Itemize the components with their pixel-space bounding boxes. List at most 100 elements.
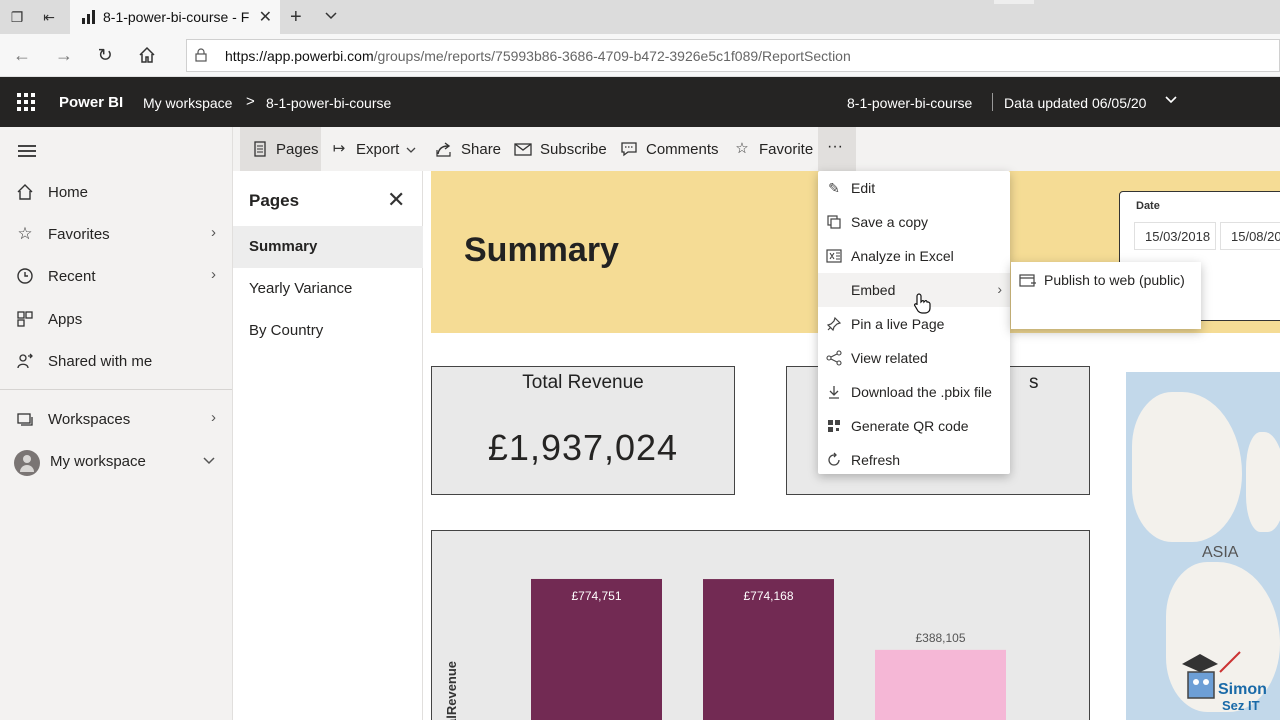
data-label: £774,168 (743, 589, 793, 603)
browser-tab-strip: ❐ ⇤ 8-1-power-bi-course - F ✕ + (0, 0, 1280, 34)
nav-label: Shared with me (48, 353, 153, 370)
menu-label: Save a copy (851, 214, 929, 230)
data-label: £774,751 (571, 589, 621, 603)
nav-label: Apps (48, 311, 83, 328)
submenu-item-publish-web[interactable]: Publish to web (public) (1011, 262, 1201, 298)
nav-label: My workspace (50, 453, 146, 470)
tab-actions-icon[interactable]: ❐ (8, 8, 26, 26)
favorite-label: Favorite (759, 141, 814, 158)
brand-name[interactable]: Power BI (59, 94, 123, 111)
watermark-logo: Simon Sez IT (1182, 651, 1267, 713)
svg-text:Sez IT: Sez IT (1222, 698, 1260, 713)
forward-icon[interactable]: → (53, 44, 75, 66)
close-icon[interactable]: ✕ (387, 187, 405, 213)
breadcrumb-workspace[interactable]: My workspace (143, 95, 232, 111)
breadcrumb-report[interactable]: 8-1-power-bi-course (266, 95, 391, 111)
page-item-yearly-variance[interactable]: Yearly Variance (233, 268, 423, 310)
nav-item-apps[interactable]: Apps (0, 300, 232, 338)
excel-icon (826, 249, 842, 263)
nav-item-recent[interactable]: Recent › (0, 257, 232, 295)
menu-item-save-copy[interactable]: Save a copy (818, 205, 1010, 239)
pages-label: Pages (276, 141, 319, 158)
menu-item-analyze-excel[interactable]: Analyze in Excel (818, 239, 1010, 273)
nav-item-home[interactable]: Home (0, 173, 232, 211)
menu-item-edit[interactable]: ✎ Edit (818, 171, 1010, 205)
tab-close-icon[interactable]: ✕ (259, 7, 272, 27)
back-icon[interactable]: ← (11, 44, 33, 66)
shared-icon (17, 353, 33, 369)
new-tab-icon[interactable]: + (290, 6, 302, 29)
url-input[interactable]: https://app.powerbi.com/groups/me/report… (186, 39, 1280, 72)
menu-item-refresh[interactable]: Refresh (818, 443, 1010, 477)
clock-icon (17, 268, 33, 284)
nav-item-shared[interactable]: Shared with me (0, 342, 232, 380)
menu-label: Pin a live Page (851, 316, 945, 332)
card-value: £1,937,024 (487, 427, 679, 468)
window-control[interactable] (994, 0, 1034, 4)
nav-divider (0, 389, 232, 390)
report-title: 8-1-power-bi-course (847, 95, 973, 111)
share-icon (436, 142, 451, 157)
hand-cursor-icon (914, 293, 931, 314)
date-from-input[interactable]: 15/03/2018 (1134, 222, 1216, 250)
ellipsis-icon: ··· (827, 138, 843, 155)
comments-button[interactable]: Comments (619, 127, 719, 171)
set-aside-tabs-icon[interactable]: ⇤ (40, 8, 58, 26)
chevron-right-icon[interactable]: › (211, 409, 216, 426)
nav-item-workspaces[interactable]: Workspaces › (0, 400, 232, 438)
menu-label: Embed (851, 282, 896, 298)
subscribe-button[interactable]: Subscribe (513, 127, 609, 171)
menu-item-view-related[interactable]: View related (818, 341, 1010, 375)
menu-item-generate-qr[interactable]: Generate QR code (818, 409, 1010, 443)
favorite-button[interactable]: ☆ Favorite (732, 127, 814, 171)
chevron-right-icon[interactable]: › (211, 224, 216, 241)
chevron-down-icon (406, 147, 416, 153)
tab-list-chevron-icon[interactable] (324, 8, 338, 22)
page-item-summary[interactable]: Summary (233, 226, 423, 268)
embed-submenu: Publish to web (public) (1011, 262, 1201, 329)
menu-label: View related (851, 350, 928, 366)
export-label: Export (356, 141, 400, 158)
menu-item-download-pbix[interactable]: Download the .pbix file (818, 375, 1010, 409)
breadcrumb-separator: > (246, 93, 255, 110)
map-label: ASIA (1202, 544, 1239, 561)
nav-item-favorites[interactable]: ☆ Favorites › (0, 215, 232, 253)
qr-icon (828, 420, 840, 432)
chart-svg: £774,751 £774,168 £388,105 alRevenue (444, 578, 1006, 720)
nav-item-my-workspace[interactable]: My workspace (0, 442, 232, 480)
hamburger-menu-icon[interactable] (18, 145, 36, 157)
menu-label: Download the .pbix file (851, 384, 992, 400)
y-axis-label: alRevenue (444, 661, 459, 720)
star-icon: ☆ (17, 224, 33, 243)
browser-tab[interactable]: 8-1-power-bi-course - F ✕ (70, 0, 280, 34)
share-button[interactable]: Share (434, 127, 504, 171)
avatar (14, 450, 40, 476)
reload-icon[interactable]: ↻ (94, 44, 116, 66)
page-label: By Country (249, 322, 324, 339)
refresh-icon (828, 452, 840, 466)
date-to-input[interactable]: 15/08/20 (1220, 222, 1280, 250)
pages-button[interactable]: Pages (240, 127, 321, 171)
left-navigation: Home ☆ Favorites › Recent › Apps Shared … (0, 127, 233, 720)
pages-pane-title: Pages (249, 191, 300, 210)
map-land (1132, 392, 1242, 542)
chart-bar[interactable] (875, 649, 1006, 720)
total-revenue-card[interactable]: Total Revenue £1,937,024 (431, 366, 735, 495)
chevron-down-icon[interactable] (202, 454, 216, 468)
export-button[interactable]: ↦ Export (329, 127, 419, 171)
mail-icon (514, 143, 532, 156)
nav-label: Favorites (48, 226, 110, 243)
data-updated-label[interactable]: Data updated 06/05/20 (1004, 95, 1146, 111)
page-item-by-country[interactable]: By Country (233, 310, 423, 352)
more-options-button[interactable]: ··· (818, 127, 856, 171)
app-launcher-icon[interactable] (17, 93, 35, 111)
chevron-down-icon[interactable] (1164, 93, 1178, 107)
chevron-right-icon[interactable]: › (211, 266, 216, 283)
apps-icon (17, 311, 33, 327)
comment-icon (621, 142, 637, 157)
tab-title: 8-1-power-bi-course - F (103, 9, 250, 25)
home-browser-icon[interactable] (136, 44, 158, 66)
nav-label: Workspaces (48, 411, 131, 428)
related-icon (826, 350, 842, 366)
revenue-chart[interactable]: £774,751 £774,168 £388,105 alRevenue (431, 530, 1090, 720)
